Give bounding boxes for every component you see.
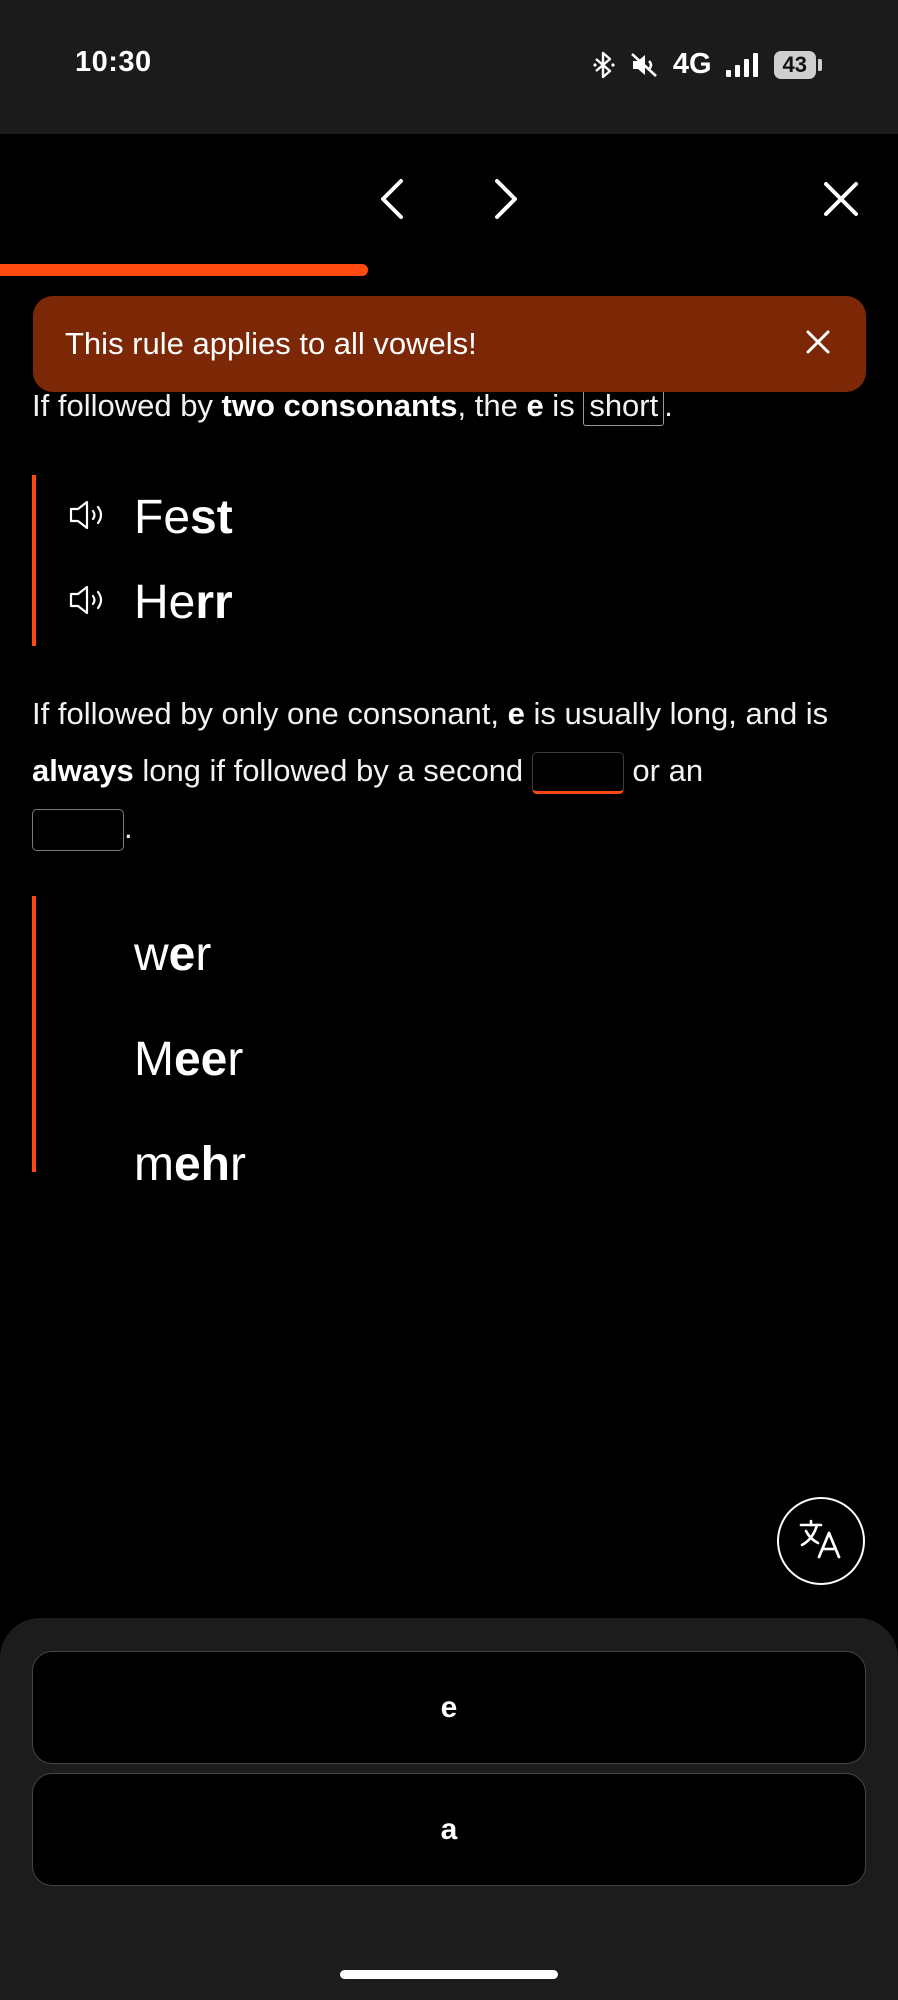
answer-blank[interactable] xyxy=(32,808,124,851)
mute-icon xyxy=(629,51,659,79)
toast-message: This rule applies to all vowels! xyxy=(65,326,477,361)
bluetooth-icon xyxy=(593,51,615,79)
status-icons: 4G 43 xyxy=(593,48,822,81)
example-word: wer xyxy=(134,927,212,981)
close-lesson-button[interactable] xyxy=(816,176,866,226)
close-icon xyxy=(806,330,830,359)
translate-icon xyxy=(799,1519,843,1564)
speaker-icon xyxy=(68,498,110,537)
speaker-icon xyxy=(68,583,110,622)
speaker-button[interactable] xyxy=(66,497,112,537)
choice-button[interactable]: e xyxy=(32,1651,866,1764)
translate-button[interactable] xyxy=(777,1497,865,1585)
progress-fill xyxy=(0,264,369,276)
rule-long-vowel: If followed by only one consonant, e is … xyxy=(32,685,872,856)
next-button[interactable] xyxy=(481,176,531,226)
network-label: 4G xyxy=(672,48,712,80)
answer-blank-active[interactable] xyxy=(531,751,624,794)
chevron-right-icon xyxy=(493,178,519,225)
previous-button[interactable] xyxy=(367,176,417,226)
hint-toast: This rule applies to all vowels! xyxy=(33,296,866,392)
status-bar: 10:30 4G 43 xyxy=(0,0,898,134)
example-word: mehr xyxy=(134,1137,246,1191)
status-time: 10:30 xyxy=(75,46,152,78)
close-icon xyxy=(823,181,859,222)
toast-close-button[interactable] xyxy=(796,322,840,366)
example-group-short: Fest Herr xyxy=(32,475,233,646)
filled-answer[interactable]: short xyxy=(583,386,665,426)
lesson-progress xyxy=(0,264,898,276)
example-word: Fest xyxy=(134,490,233,544)
signal-icon xyxy=(725,52,760,77)
battery-level: 43 xyxy=(773,50,816,79)
chevron-left-icon xyxy=(379,178,405,225)
speaker-button[interactable] xyxy=(66,582,112,622)
example-group-long: wer Meer mehr xyxy=(32,896,246,1191)
home-indicator[interactable] xyxy=(340,1970,558,1979)
choice-button[interactable]: a xyxy=(32,1773,866,1886)
lesson-nav xyxy=(0,134,898,264)
battery-icon: 43 xyxy=(773,50,822,79)
example-word: Meer xyxy=(134,1032,244,1086)
example-word: Herr xyxy=(134,575,233,629)
